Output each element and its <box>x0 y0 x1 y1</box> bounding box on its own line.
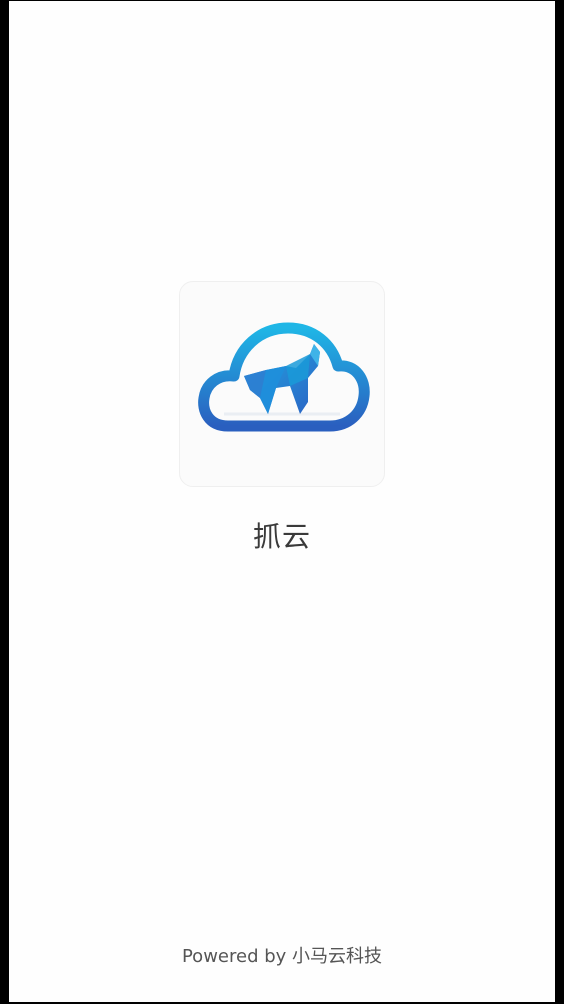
cloud-horse-logo-icon <box>198 322 370 432</box>
splash-screen: 抓云 Powered by 小马云科技 <box>9 1 555 1002</box>
app-title: 抓云 <box>252 520 311 553</box>
app-logo <box>179 281 385 487</box>
powered-by-text: Powered by 小马云科技 <box>181 946 383 967</box>
